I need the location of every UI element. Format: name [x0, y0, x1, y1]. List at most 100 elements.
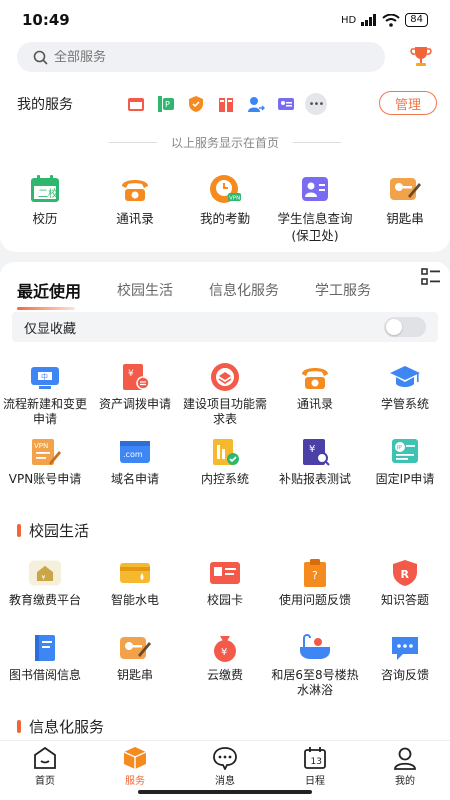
service-item-contacts[interactable]: 通讯录	[90, 172, 180, 244]
service-item-feedback[interactable]: ? 使用问题反馈	[270, 556, 360, 631]
service-item-campus-card[interactable]: 校园卡	[180, 556, 270, 631]
svg-text:¥: ¥	[128, 369, 134, 379]
service-item-workflow[interactable]: 中 流程新建和变更申请	[0, 360, 90, 435]
student-info-icon	[298, 172, 332, 206]
service-item-student-info[interactable]: 学生信息查询(保卫处)	[270, 172, 360, 244]
tab-student-affairs[interactable]: 学工服务	[315, 280, 371, 300]
my-services-grid: 二校 校历 通讯录 VPN 我的考勤 学生信息查询(保卫处) 钥匙串	[0, 172, 450, 244]
internal-control-icon	[208, 435, 242, 469]
section-title: 信息化服务	[29, 718, 105, 736]
service-item-library[interactable]: 图书借阅信息	[0, 631, 90, 706]
service-item-asset-transfer[interactable]: ¥ 资产调拨申请	[90, 360, 180, 435]
clipboard-icon: ?	[298, 556, 332, 590]
nav-label: 服务	[125, 776, 145, 787]
service-item-keychain[interactable]: 钥匙串	[90, 631, 180, 706]
nav-profile[interactable]: 我的	[360, 741, 450, 800]
favorites-toggle[interactable]	[384, 317, 426, 337]
asset-transfer-icon: ¥	[118, 360, 152, 394]
service-item-project[interactable]: 建设项目功能需求表	[180, 360, 270, 435]
key-icon	[388, 172, 422, 206]
service-item-cloud-pay[interactable]: ¥ 云缴费	[180, 631, 270, 706]
trophy-icon[interactable]	[410, 45, 432, 69]
service-item-smart-utility[interactable]: 智能水电	[90, 556, 180, 631]
item-label: 钥匙串	[386, 211, 424, 226]
item-label: 钥匙串	[116, 668, 153, 682]
tab-info-service[interactable]: 信息化服务	[209, 280, 279, 300]
service-item-fixed-ip[interactable]: IP 固定IP申请	[360, 435, 450, 510]
key-icon	[118, 631, 152, 665]
service-item-student-management[interactable]: 学管系统	[360, 360, 450, 435]
service-item-quiz[interactable]: R 知识答题	[360, 556, 450, 631]
svg-text:VPN: VPN	[34, 442, 48, 450]
home-indicator	[138, 790, 312, 794]
item-label: 教育缴费平台	[8, 593, 81, 607]
service-item-education-pay[interactable]: ¥ 教育缴费平台	[0, 556, 90, 631]
building-mini-icon	[215, 93, 237, 115]
home-display-divider: 以上服务显示在首页	[0, 134, 450, 151]
status-bar: 10:49 HD 84	[0, 0, 450, 40]
item-label: 和居6至8号楼热水淋浴	[271, 668, 359, 697]
svg-text:中: 中	[41, 372, 48, 381]
svg-text:二校: 二校	[38, 187, 58, 200]
nav-home[interactable]: 首页	[0, 741, 90, 800]
bathtub-icon	[298, 631, 332, 665]
item-label: 固定IP申请	[375, 472, 435, 486]
section-bar	[17, 524, 21, 537]
svg-text:13: 13	[311, 757, 322, 767]
item-label: 学生信息查询(保卫处)	[277, 211, 353, 243]
service-item-vpn[interactable]: VPN VPN账号申请	[0, 435, 90, 510]
signal-icon	[361, 14, 377, 26]
service-item-contacts[interactable]: 通讯录	[270, 360, 360, 435]
item-label: 使用问题反馈	[278, 593, 351, 607]
svg-text:IP: IP	[397, 445, 403, 452]
service-item-attendance[interactable]: VPN 我的考勤	[180, 172, 270, 244]
service-box-icon	[123, 747, 147, 769]
tab-recent[interactable]: 最近使用	[17, 278, 81, 310]
item-label: 补贴报表测试	[278, 472, 351, 486]
vpn-icon: VPN	[28, 435, 62, 469]
service-item-domain[interactable]: .com 域名申请	[90, 435, 180, 510]
service-catalog-card: 最近使用 校园生活 信息化服务 学工服务 仅显收藏 中 流程新建和变更申请 ¥ …	[0, 262, 450, 740]
battery-icon: 84	[405, 13, 428, 27]
search-input[interactable]	[54, 49, 354, 65]
tab-campus-life[interactable]: 校园生活	[117, 280, 173, 300]
my-services-row: 我的服务 P ••• 管理	[17, 90, 437, 118]
service-item-subsidy-report[interactable]: ¥ 补贴报表测试	[270, 435, 360, 510]
favorites-filter-row: 仅显收藏	[12, 312, 438, 342]
my-services-mini-icons[interactable]: P •••	[125, 93, 327, 115]
status-icons: HD 84	[341, 13, 428, 27]
service-item-hot-shower[interactable]: 和居6至8号楼热水淋浴	[270, 631, 360, 706]
calendar-mini-icon	[125, 93, 147, 115]
subsidy-report-icon: ¥	[298, 435, 332, 469]
phone-icon	[298, 360, 332, 394]
id-card-mini-icon	[275, 93, 297, 115]
item-label: 域名申请	[110, 472, 159, 486]
home-icon	[34, 746, 56, 769]
wifi-icon	[382, 13, 400, 27]
nav-label: 日程	[305, 776, 325, 787]
item-label: 校历	[32, 211, 58, 226]
shield-mini-icon	[185, 93, 207, 115]
item-label: 图书借阅信息	[8, 668, 81, 682]
svg-text:P: P	[165, 100, 170, 109]
domain-icon: .com	[118, 435, 152, 469]
service-item-internal-control[interactable]: 内控系统	[180, 435, 270, 510]
section-bar	[17, 720, 21, 733]
toggle-knob	[386, 319, 402, 335]
user-transfer-mini-icon	[245, 93, 267, 115]
search-icon	[33, 50, 48, 65]
manage-button[interactable]: 管理	[379, 91, 437, 115]
search-box[interactable]	[17, 42, 385, 72]
service-item-calendar[interactable]: 二校 校历	[0, 172, 90, 244]
more-icon[interactable]: •••	[305, 93, 327, 115]
item-label: 智能水电	[110, 593, 159, 607]
section-info-service: 信息化服务	[17, 716, 104, 737]
service-item-keychain[interactable]: 钥匙串	[360, 172, 450, 244]
divider-text: 以上服务显示在首页	[170, 136, 279, 150]
favorites-label: 仅显收藏	[24, 321, 77, 337]
utility-card-icon	[118, 556, 152, 590]
service-item-consultation[interactable]: 咨询反馈	[360, 631, 450, 706]
item-label: 通讯录	[296, 397, 333, 411]
category-list-icon[interactable]	[420, 266, 442, 288]
item-label: 咨询反馈	[380, 668, 429, 682]
